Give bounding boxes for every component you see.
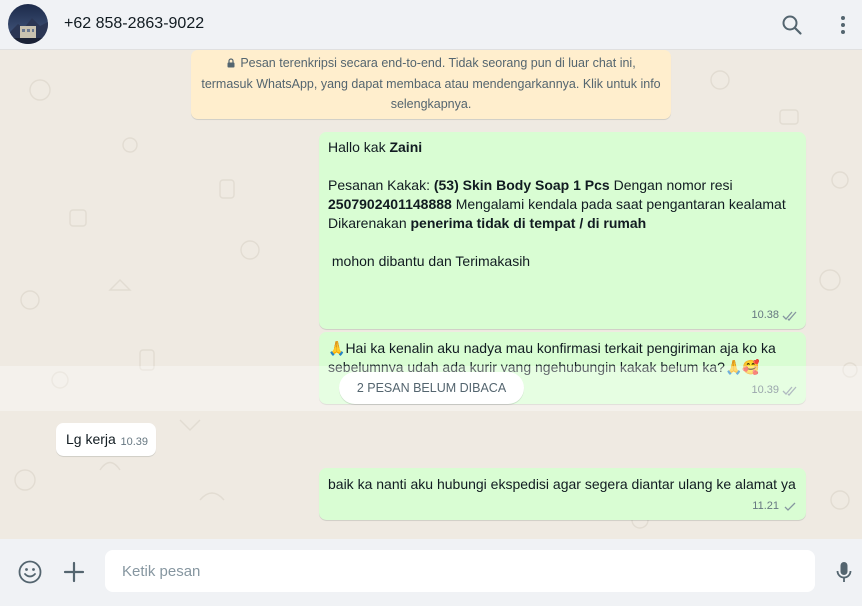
tracking-number: 2507902401148888 <box>328 196 452 212</box>
lock-icon <box>227 58 235 68</box>
double-check-icon <box>782 311 797 321</box>
incoming-message[interactable]: Lg kerja 10.39 <box>56 423 156 456</box>
message-text-part: Dikarenakan <box>328 215 411 231</box>
encryption-notice-line: Pesan terenkripsi secara end-to-end. Tid… <box>240 56 636 70</box>
mic-icon[interactable] <box>831 559 857 585</box>
outgoing-message[interactable]: Hallo kak Zaini Pesanan Kakak: (53) Skin… <box>319 132 806 329</box>
message-text-part: Dengan nomor resi <box>609 177 733 193</box>
message-text: Hallo kak Zaini Pesanan Kakak: (53) Skin… <box>328 138 797 271</box>
outgoing-message[interactable]: baik ka nanti aku hubungi ekspedisi agar… <box>319 468 806 520</box>
avatar-image <box>8 4 48 44</box>
message-meta: 11.21 <box>752 497 798 516</box>
contact-name[interactable]: +62 858-2863-9022 <box>64 15 204 33</box>
message-meta: 10.39 <box>120 433 148 452</box>
message-text-part: Mengalami kendala pada saat pengantaran … <box>451 196 786 212</box>
emoji-icon[interactable] <box>17 559 43 585</box>
message-time: 10.39 <box>120 436 148 448</box>
message-time: 10.38 <box>751 309 779 321</box>
message-text-part: Hallo kak <box>328 139 390 155</box>
encryption-notice[interactable]: Pesan terenkripsi secara end-to-end. Tid… <box>191 50 671 119</box>
unread-divider: 2 PESAN BELUM DIBACA <box>339 372 524 404</box>
encryption-notice-line: selengkapnya. <box>390 97 472 111</box>
search-icon[interactable] <box>780 13 804 37</box>
menu-dots-icon[interactable] <box>831 13 855 37</box>
message-time: 11.21 <box>752 500 779 512</box>
order-item: (53) Skin Body Soap 1 Pcs <box>433 177 610 193</box>
chat-header: +62 858-2863-9022 <box>0 0 862 50</box>
message-input[interactable] <box>105 550 815 592</box>
message-text-part: Hai ka kenalin aku nadya mau konfirmasi … <box>345 340 776 356</box>
pray-emoji: 🙏 <box>328 340 346 356</box>
message-meta: 10.38 <box>751 306 798 325</box>
encryption-notice-line: termasuk WhatsApp, yang dapat membaca at… <box>201 76 661 91</box>
composer-bar <box>0 539 862 606</box>
delivery-reason: penerima tidak di tempat / di rumah <box>410 215 647 231</box>
plus-icon[interactable] <box>61 559 87 585</box>
single-check-icon <box>784 502 796 511</box>
message-text-part: Pesanan Kakak: <box>328 177 434 193</box>
chat-area[interactable]: Pesan terenkripsi secara end-to-end. Tid… <box>0 50 862 539</box>
message-text: baik ka nanti aku hubungi ekspedisi agar… <box>328 476 796 492</box>
avatar[interactable] <box>8 4 48 44</box>
message-text-part: mohon dibantu dan Terimakasih <box>328 253 531 269</box>
recipient-name: Zaini <box>389 139 423 155</box>
